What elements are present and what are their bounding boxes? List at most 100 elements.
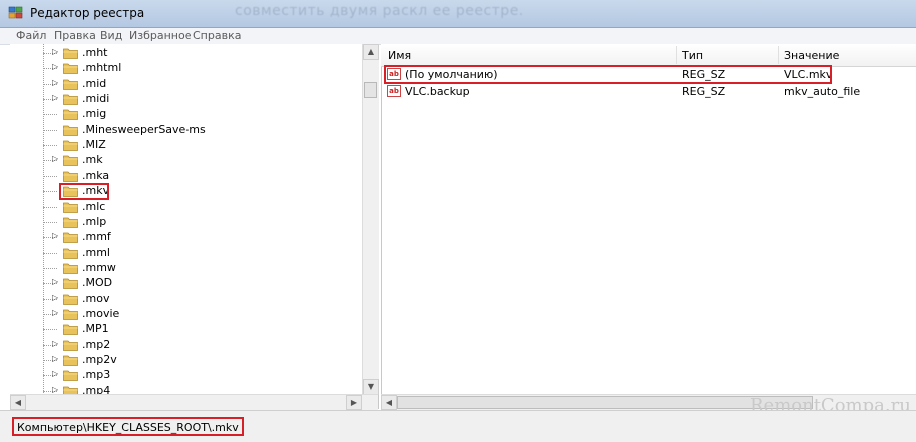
folder-icon <box>63 231 78 244</box>
tree-item[interactable]: .MP1 <box>43 321 350 337</box>
value-name: VLC.backup <box>405 85 470 98</box>
tree-item[interactable]: ▷ .mhtml <box>43 60 350 76</box>
folder-icon <box>63 293 78 305</box>
tree-item[interactable]: .mlc <box>43 199 350 215</box>
default-value-highlight <box>384 65 832 84</box>
tree-item[interactable]: .MIZ <box>43 137 350 153</box>
tree-item-label: .mp2v <box>82 353 117 366</box>
folder-icon <box>63 78 78 90</box>
value-data: mkv_auto_file <box>784 85 861 98</box>
expand-arrow-icon[interactable]: ▷ <box>52 154 60 164</box>
tree-item[interactable]: ▷ .mp2v <box>43 352 350 368</box>
folder-icon <box>63 262 78 274</box>
tree-item-label: .mp2 <box>82 337 111 351</box>
tree-item-label: .mk <box>82 153 103 167</box>
tree-connector <box>43 329 57 331</box>
tree-item[interactable]: ▷ .MOD <box>43 275 350 291</box>
tree-item[interactable]: ▷ .movie <box>43 306 350 322</box>
column-separator[interactable] <box>778 46 779 64</box>
tree-item-label: .mid <box>82 76 107 90</box>
tree-item[interactable]: .mml <box>43 245 350 261</box>
tree-item[interactable]: ▷ .mid <box>43 76 350 92</box>
scroll-right-arrow-icon[interactable]: ▶ <box>346 395 362 410</box>
folder-icon <box>63 369 78 382</box>
tree-item[interactable]: ▷ .mp3 <box>43 367 350 383</box>
tree-item[interactable]: ▷ .mk <box>43 152 350 168</box>
tree-connector <box>43 114 57 116</box>
tree-item[interactable]: ▷ .midi <box>43 91 350 107</box>
menu-view[interactable]: Вид <box>100 29 122 42</box>
folder-icon <box>63 108 78 121</box>
values-header: Имя Тип Значение <box>381 44 916 67</box>
tree-item-label: .midi <box>82 92 110 106</box>
tree-item-label: .mmw <box>82 260 116 274</box>
tree-item-label: .MIZ <box>82 138 106 152</box>
scroll-left-arrow-icon[interactable]: ◀ <box>10 395 26 410</box>
expand-arrow-icon[interactable]: ▷ <box>52 47 60 57</box>
folder-icon <box>63 247 78 259</box>
tree-item[interactable]: ▷ .mht <box>43 45 350 61</box>
tree-connector <box>43 221 57 223</box>
tree-item[interactable]: .MinesweeperSave-ms <box>43 122 350 138</box>
tree-item-label: .mmf <box>82 230 111 244</box>
tree-item-label: .MP1 <box>82 322 109 336</box>
expand-arrow-icon[interactable]: ▷ <box>52 277 60 287</box>
menu-bar: Файл Правка Вид Избранное Справка <box>0 28 916 45</box>
scroll-up-arrow-icon[interactable]: ▲ <box>363 44 379 60</box>
tree-horizontal-scrollbar[interactable]: ◀ ▶ <box>10 394 378 410</box>
folder-icon <box>63 323 78 336</box>
string-value-icon: ab <box>387 85 401 97</box>
expand-arrow-icon[interactable]: ▷ <box>52 93 60 103</box>
background-ghost-text: совместить двумя раскл ее реестре. <box>235 3 524 19</box>
folder-icon <box>63 139 78 151</box>
expand-arrow-icon[interactable]: ▷ <box>52 293 60 303</box>
tree-item[interactable]: ▷ .mp2 <box>43 337 350 353</box>
folder-icon <box>63 354 78 366</box>
registry-editor-icon <box>8 6 23 19</box>
tree-item[interactable]: ▷ .mov <box>43 291 350 307</box>
column-header-name[interactable]: Имя <box>388 49 411 66</box>
expand-arrow-icon[interactable]: ▷ <box>52 339 60 349</box>
scroll-down-arrow-icon[interactable]: ▼ <box>363 379 379 395</box>
tree-item[interactable]: ▷ .mmf <box>43 229 350 245</box>
tree-connector <box>43 206 57 208</box>
value-row-vlc-backup[interactable]: ab VLC.backup REG_SZ mkv_auto_file <box>381 83 916 100</box>
folder-icon <box>63 308 78 320</box>
tree-item[interactable]: .mig <box>43 106 350 122</box>
expand-arrow-icon[interactable]: ▷ <box>52 308 60 318</box>
folder-icon <box>63 124 78 136</box>
tree-vertical-scrollbar[interactable]: ▲ ▼ <box>362 44 379 395</box>
expand-arrow-icon[interactable]: ▷ <box>52 78 60 88</box>
tree-connector <box>43 145 57 147</box>
expand-arrow-icon[interactable]: ▷ <box>52 369 60 379</box>
menu-edit[interactable]: Правка <box>54 29 96 42</box>
tree-item[interactable]: .mmw <box>43 260 350 276</box>
folder-icon <box>63 277 78 290</box>
tree-connector <box>43 267 57 269</box>
menu-file[interactable]: Файл <box>16 29 46 42</box>
tree-item[interactable]: .mka <box>43 168 350 184</box>
tree-item-label: .movie <box>82 306 120 320</box>
menu-favorites[interactable]: Избранное <box>129 29 191 42</box>
menu-help[interactable]: Справка <box>193 29 241 42</box>
column-header-value[interactable]: Значение <box>784 49 839 66</box>
expand-arrow-icon[interactable]: ▷ <box>52 354 60 364</box>
tree-connector <box>43 129 57 131</box>
folder-icon <box>63 201 78 213</box>
tree-connector <box>43 252 57 254</box>
tree-item-label: .mig <box>82 107 107 121</box>
expand-arrow-icon[interactable]: ▷ <box>52 62 60 72</box>
tree-item-label: .mlp <box>82 214 107 228</box>
column-header-type[interactable]: Тип <box>682 49 703 66</box>
scroll-left-arrow-icon[interactable]: ◀ <box>381 395 397 410</box>
column-separator[interactable] <box>676 46 677 64</box>
folder-icon <box>63 339 78 351</box>
value-type: REG_SZ <box>682 85 726 98</box>
folder-icon <box>63 93 78 105</box>
tree-item[interactable]: .mlp <box>43 214 350 230</box>
tree-scroll-thumb[interactable] <box>364 82 377 98</box>
folder-icon <box>63 216 78 228</box>
tree-item-label: .mht <box>82 46 108 59</box>
expand-arrow-icon[interactable]: ▷ <box>52 231 60 241</box>
folder-icon <box>63 62 78 75</box>
